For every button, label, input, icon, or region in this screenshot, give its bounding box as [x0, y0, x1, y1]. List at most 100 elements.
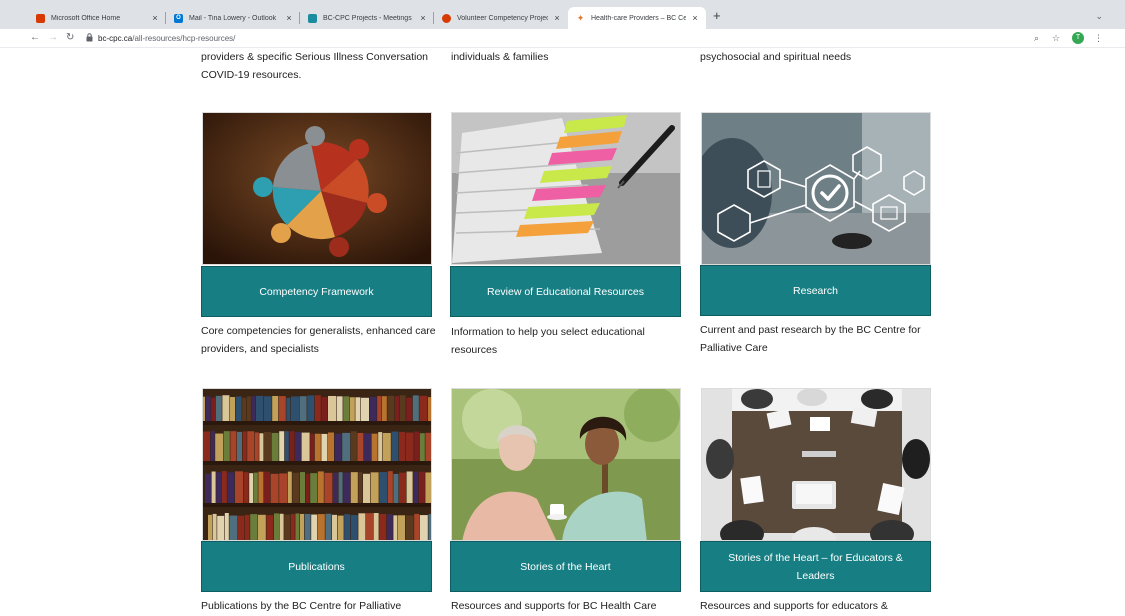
bookshelf-image[interactable] [202, 388, 432, 541]
book-spine [419, 433, 425, 464]
sticky-notes-image[interactable] [451, 112, 681, 265]
stories-for-educators-button[interactable]: Stories of the Heart – for Educators & L… [700, 541, 931, 592]
forward-icon[interactable]: → [48, 32, 58, 44]
book-spine [300, 472, 305, 505]
book-spine [271, 432, 279, 463]
book-spine [205, 396, 211, 423]
profile-avatar[interactable]: T [1072, 32, 1084, 44]
book-spine [418, 471, 425, 504]
book-spine [332, 514, 337, 540]
book-spine [387, 471, 393, 504]
stories-of-the-heart-button[interactable]: Stories of the Heart [450, 541, 681, 592]
meeting-table-image[interactable] [701, 388, 931, 541]
card-description: psychosocial and spiritual needs [700, 51, 852, 63]
star-icon[interactable]: ☆ [1052, 32, 1060, 44]
reload-icon[interactable]: ↻ [66, 32, 74, 44]
book-spine [350, 431, 357, 462]
book-spine [205, 473, 211, 506]
book-spine [387, 395, 395, 422]
book-spine [378, 432, 383, 463]
card-description: Core competencies for generalists, enhan… [201, 325, 436, 355]
book-spine [395, 396, 399, 423]
book-spine [425, 472, 431, 505]
book-spine [317, 471, 324, 504]
shelf-board [203, 461, 431, 465]
chevron-down-icon[interactable]: ⌄ [1095, 11, 1103, 22]
book-spine [270, 473, 279, 506]
book-spine [284, 514, 291, 540]
address-bar[interactable]: bc-cpc.ca/all-resources/hcp-resources/ [98, 33, 235, 44]
book-spine [266, 515, 274, 540]
book-spine [363, 473, 370, 506]
book-spine [292, 472, 300, 505]
tab-volunteer-competency[interactable]: Volunteer Competency Project × [434, 7, 568, 29]
book-spine [361, 397, 369, 424]
book-spine [264, 471, 270, 504]
browser-tab-bar: Microsoft Office Home × O Mail - Tina Lo… [0, 0, 1125, 29]
close-icon[interactable]: × [552, 13, 562, 23]
tab-health-care-providers[interactable]: ✦ Health-care Providers – BC Ce × [568, 7, 706, 29]
book-spine [343, 396, 350, 423]
book-spine [310, 473, 318, 506]
book-spine [350, 515, 358, 540]
book-spine [224, 513, 229, 540]
book-spine [325, 513, 332, 540]
book-spine [334, 433, 342, 464]
close-icon[interactable]: × [418, 13, 428, 23]
book-spine [399, 431, 405, 462]
research-icons-image[interactable] [701, 112, 931, 265]
book-spine [305, 473, 310, 506]
lock-icon[interactable] [86, 33, 93, 42]
close-icon[interactable]: × [690, 13, 700, 23]
book-spine [321, 433, 328, 464]
book-spine [291, 396, 299, 423]
page-content: providers & specific Serious Illness Con… [0, 49, 1125, 616]
book-spine [350, 472, 358, 505]
book-spine [301, 432, 310, 463]
new-tab-icon[interactable]: + [713, 9, 721, 23]
book-spine [307, 395, 315, 422]
book-spine [208, 514, 212, 540]
book-spine [358, 513, 366, 540]
close-icon[interactable]: × [284, 13, 294, 23]
tab-microsoft-office-home[interactable]: Microsoft Office Home × [28, 7, 166, 29]
more-options-icon[interactable]: ⋮ [1094, 32, 1103, 44]
book-spine [358, 472, 363, 505]
book-spine [337, 515, 344, 540]
book-spine [242, 431, 247, 462]
book-spine [393, 515, 398, 540]
caregiver-image[interactable] [451, 388, 681, 541]
tab-outlook-mail[interactable]: O Mail - Tina Lowery - Outlook × [166, 7, 300, 29]
tab-teams-meetings[interactable]: BC-CPC Projects - Meetings - × [300, 7, 434, 29]
book-spine [328, 432, 334, 463]
shelf-board [203, 503, 431, 507]
research-button[interactable]: Research [700, 265, 931, 316]
book-spine [399, 472, 406, 505]
book-spine [264, 432, 271, 463]
book-spine [229, 515, 238, 540]
book-spine [237, 431, 242, 462]
card-description: Publications by the BC Centre for Pallia… [201, 600, 402, 612]
publications-button[interactable]: Publications [201, 541, 432, 592]
review-educational-resources-button[interactable]: Review of Educational Resources [450, 266, 681, 317]
book-spine [314, 433, 321, 464]
book-spine [428, 514, 431, 540]
book-spine [257, 514, 266, 540]
back-icon[interactable]: ← [30, 32, 40, 44]
book-spine [274, 513, 279, 540]
book-spine [212, 513, 217, 540]
book-spine [230, 397, 235, 424]
bccpc-icon: ✦ [576, 12, 585, 23]
book-spine [254, 432, 259, 463]
book-spine [336, 396, 343, 423]
book-spine [405, 432, 414, 463]
zoom-icon[interactable]: ⌕ [1034, 32, 1039, 44]
book-spine [349, 397, 355, 424]
book-spine [324, 472, 333, 505]
close-icon[interactable]: × [150, 13, 160, 23]
book-spine [256, 395, 263, 422]
book-spine [253, 472, 258, 505]
puzzle-image[interactable] [202, 112, 432, 265]
competency-framework-button[interactable]: Competency Framework [201, 266, 432, 317]
book-spine [287, 471, 292, 504]
